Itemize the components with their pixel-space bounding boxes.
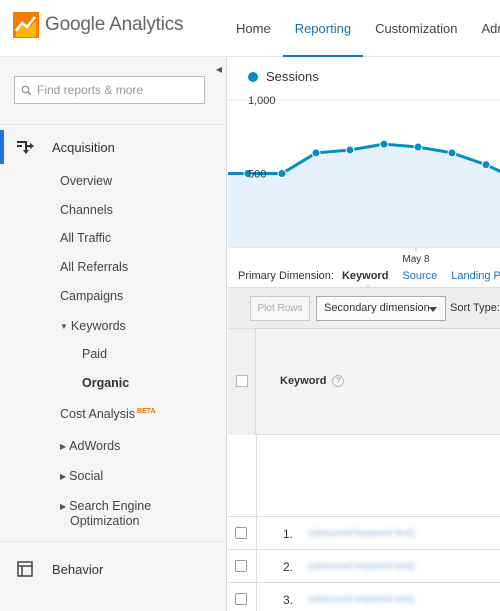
row-checkbox[interactable]	[235, 560, 247, 572]
row-number: 3.	[283, 593, 294, 607]
data-point	[277, 169, 287, 178]
data-point	[447, 148, 457, 158]
chart-legend: Sessions	[248, 69, 319, 84]
table-totals-row	[228, 435, 500, 517]
collapsed-triangle-icon: ▶	[60, 502, 67, 511]
data-point	[379, 139, 389, 149]
sidebar-item-keywords[interactable]: ▼ Keywords	[60, 319, 126, 333]
row-checkbox[interactable]	[235, 593, 247, 605]
sidebar-section-behavior[interactable]: Behavior	[0, 552, 227, 586]
sidebar-section-acquisition[interactable]: Acquisition	[0, 130, 227, 164]
collapsed-triangle-icon: ▶	[60, 472, 67, 481]
tab-keyword[interactable]: Keyword	[342, 270, 388, 290]
google-analytics-logo[interactable]: Google Analytics	[13, 12, 184, 38]
collapse-sidebar-icon[interactable]: ◀	[212, 60, 226, 80]
sidebar-item-organic[interactable]: Organic	[82, 376, 129, 390]
cost-analysis-label: Cost Analysis	[60, 407, 136, 421]
sidebar: ◀ Acquisition Overview Channels All Traf…	[0, 57, 227, 611]
sidebar-item-channels[interactable]: Channels	[60, 203, 113, 217]
x-tick-label: May 8	[402, 254, 430, 265]
sessions-legend-dot	[248, 71, 258, 82]
select-all-checkbox[interactable]	[236, 375, 248, 387]
row-number: 1.	[283, 527, 294, 541]
seo-label-line2: Optimization	[70, 514, 140, 528]
top-header: Google Analytics Home Reporting Customiz…	[0, 0, 500, 58]
collapsed-triangle-icon: ▶	[60, 442, 67, 451]
data-point	[345, 145, 355, 155]
data-point	[481, 160, 491, 170]
sidebar-divider	[0, 124, 227, 125]
y-tick-label: 500	[248, 169, 266, 181]
search-icon	[21, 85, 32, 95]
acquisition-arrows-icon	[14, 136, 36, 158]
header-checkbox-column	[228, 329, 256, 435]
nav-admin[interactable]: Admin	[469, 0, 500, 57]
tab-landing-page[interactable]: Landing Page	[451, 270, 500, 282]
keyword-link[interactable]: (obscured keyword text)	[308, 594, 415, 605]
dimension-tabs: Primary Dimension: Keyword Source Landin…	[238, 270, 500, 290]
plot-rows-button[interactable]: Plot Rows	[250, 296, 310, 321]
row-checkbox[interactable]	[235, 527, 247, 539]
sidebar-divider	[0, 541, 227, 542]
keyword-link[interactable]: (obscured keyword text)	[308, 528, 415, 539]
sort-type-label: Sort Type:	[450, 302, 500, 314]
table-toolbar: Plot Rows Secondary dimension Sort Type:	[228, 287, 500, 329]
data-point	[413, 142, 423, 152]
chevron-down-icon	[429, 307, 437, 312]
sidebar-item-all-traffic[interactable]: All Traffic	[60, 231, 111, 245]
sessions-chart[interactable]: 1,000 500 May 8	[228, 87, 500, 267]
behavior-layout-icon	[14, 558, 36, 580]
column-divider	[256, 517, 257, 550]
table-row: 3. (obscured keyword text)	[228, 583, 500, 611]
column-divider	[256, 583, 257, 611]
column-divider	[256, 435, 257, 517]
row-number: 2.	[283, 560, 294, 574]
column-divider	[256, 550, 257, 583]
sidebar-item-overview[interactable]: Overview	[60, 174, 112, 188]
find-reports-search[interactable]	[14, 76, 205, 104]
sidebar-item-cost-analysis[interactable]: Cost Analysis BETA	[60, 407, 156, 421]
social-label: Social	[69, 469, 104, 483]
logo-google-text: Google	[45, 14, 106, 35]
report-main: Sessions 1,000 500 May 8 Primary Dimension…	[228, 57, 500, 611]
sidebar-item-all-referrals[interactable]: All Referrals	[60, 260, 128, 274]
logo-wordmark: Google Analytics	[45, 14, 184, 36]
primary-dimension-label: Primary Dimension:	[238, 270, 334, 282]
tab-source[interactable]: Source	[402, 270, 437, 282]
logo-analytics-text: Analytics	[105, 14, 184, 35]
keyword-link[interactable]: (obscured keyword text)	[308, 561, 415, 572]
search-input[interactable]	[37, 83, 197, 97]
sessions-area	[228, 144, 500, 247]
top-nav: Home Reporting Customization Admin	[224, 0, 500, 58]
secondary-dimension-dropdown[interactable]: Secondary dimension	[316, 296, 446, 321]
nav-home[interactable]: Home	[224, 0, 283, 57]
table-header: Keyword ?	[228, 329, 500, 435]
help-icon[interactable]: ?	[332, 375, 345, 387]
sidebar-item-paid[interactable]: Paid	[82, 347, 107, 361]
keyword-header-label: Keyword	[280, 375, 327, 387]
expanded-triangle-icon: ▼	[60, 322, 68, 331]
keywords-label: Keywords	[70, 319, 126, 333]
sidebar-item-adwords[interactable]: ▶ AdWords	[60, 439, 120, 453]
nav-customization[interactable]: Customization	[363, 0, 469, 57]
keyword-column-header[interactable]: Keyword ?	[280, 375, 345, 387]
sidebar-item-social[interactable]: ▶ Social	[60, 469, 103, 483]
nav-reporting[interactable]: Reporting	[282, 0, 364, 58]
acquisition-label: Acquisition	[52, 139, 115, 155]
sidebar-item-campaigns[interactable]: Campaigns	[60, 289, 123, 303]
table-row: 2. (obscured keyword text)	[228, 550, 500, 583]
adwords-label: AdWords	[69, 439, 121, 453]
data-point	[311, 148, 321, 158]
y-tick-label: 1,000	[248, 95, 276, 107]
beta-badge: BETA	[137, 408, 156, 415]
sidebar-item-seo[interactable]: ▶ Search Engine Optimization	[60, 499, 151, 529]
secondary-dimension-label: Secondary dimension	[324, 302, 430, 314]
analytics-logo-icon	[13, 12, 39, 38]
behavior-label: Behavior	[52, 561, 104, 577]
table-row: 1. (obscured keyword text)	[228, 517, 500, 550]
legend-sessions-label: Sessions	[266, 69, 319, 84]
seo-label-line1: Search Engine	[69, 499, 152, 513]
